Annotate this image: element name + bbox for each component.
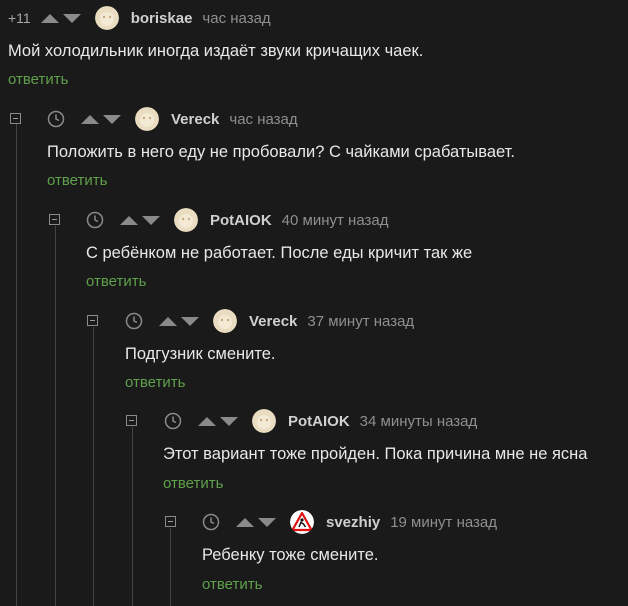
reply-link[interactable]: ответить xyxy=(202,576,262,593)
comment-time: 37 минут назад xyxy=(307,312,415,330)
upvote-icon[interactable] xyxy=(81,114,99,124)
comment-author[interactable]: PotAIOK xyxy=(210,212,272,229)
vote-controls xyxy=(159,316,199,326)
vote-controls xyxy=(236,517,276,527)
clock-icon[interactable] xyxy=(125,312,143,330)
avatar-icon[interactable] xyxy=(252,409,276,433)
comment-time: 19 минут назад xyxy=(390,513,497,531)
comment-text: Подгузник смените. xyxy=(125,345,276,363)
upvote-icon[interactable] xyxy=(40,13,59,23)
clock-icon[interactable] xyxy=(47,110,65,128)
reply-link[interactable]: ответить xyxy=(8,71,68,88)
collapse-button[interactable] xyxy=(49,214,60,225)
vote-controls xyxy=(40,13,81,23)
collapse-button[interactable] xyxy=(165,516,176,527)
reply-link[interactable]: ответить xyxy=(47,172,107,189)
downvote-icon[interactable] xyxy=(181,316,199,326)
reply-link[interactable]: ответить xyxy=(163,475,223,492)
comment-time: час назад xyxy=(229,110,298,128)
comment-author[interactable]: PotAIOK xyxy=(288,413,350,430)
vote-controls xyxy=(81,114,121,124)
comment-text: С ребёнком не работает. После еды кричит… xyxy=(86,244,473,262)
downvote-icon[interactable] xyxy=(220,416,238,426)
upvote-icon[interactable] xyxy=(120,215,138,225)
avatar-icon[interactable] xyxy=(213,309,237,333)
upvote-icon[interactable] xyxy=(236,517,254,527)
downvote-icon[interactable] xyxy=(103,114,121,124)
downvote-icon[interactable] xyxy=(142,215,160,225)
comment-time: час назад xyxy=(202,9,271,27)
vote-controls xyxy=(120,215,160,225)
downvote-icon[interactable] xyxy=(258,517,276,527)
thread-line xyxy=(170,528,171,606)
thread-line xyxy=(93,327,94,606)
comment-author[interactable]: boriskae xyxy=(131,10,193,27)
clock-icon[interactable] xyxy=(86,211,104,229)
collapse-button[interactable] xyxy=(87,315,98,326)
avatar-icon[interactable] xyxy=(174,208,198,232)
upvote-icon[interactable] xyxy=(159,316,177,326)
upvote-icon[interactable] xyxy=(198,416,216,426)
comment-text: Ребенку тоже смените. xyxy=(202,546,379,564)
thread-line xyxy=(132,427,133,606)
collapse-button[interactable] xyxy=(126,415,137,426)
comment-text: Этот вариант тоже пройден. Пока причина … xyxy=(163,445,588,463)
comment-text: Положить в него еду не пробовали? С чайк… xyxy=(47,143,515,161)
clock-icon[interactable] xyxy=(202,513,220,531)
avatar-icon[interactable] xyxy=(94,6,119,30)
avatar-icon[interactable] xyxy=(135,107,159,131)
downvote-icon[interactable] xyxy=(62,13,81,23)
comment-time: 34 минуты назад xyxy=(359,412,478,430)
comment-author[interactable]: Vereck xyxy=(171,111,219,128)
thread-line xyxy=(55,226,56,606)
comment-time: 40 минут назад xyxy=(281,211,389,229)
reply-link[interactable]: ответить xyxy=(125,374,185,391)
comment-author[interactable]: Vereck xyxy=(249,313,297,330)
thread-line xyxy=(16,124,17,606)
comment-score: +11 xyxy=(8,10,31,26)
clock-icon[interactable] xyxy=(164,412,182,430)
comment-author[interactable]: svezhiy xyxy=(326,514,380,531)
reply-link[interactable]: ответить xyxy=(86,273,146,290)
vote-controls xyxy=(198,416,238,426)
comment-text: Мой холодильник иногда издаёт звуки крич… xyxy=(8,42,424,60)
collapse-button[interactable] xyxy=(10,113,21,124)
warning-sign-avatar-icon[interactable] xyxy=(290,510,314,534)
